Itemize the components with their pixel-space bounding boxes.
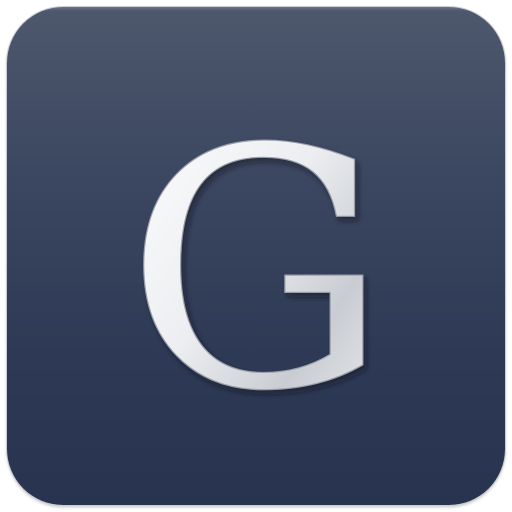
letter-g-icon: G [125,78,390,463]
canvas: G [0,0,512,512]
app-icon[interactable]: G [7,7,505,505]
letter-g: G [125,79,389,463]
